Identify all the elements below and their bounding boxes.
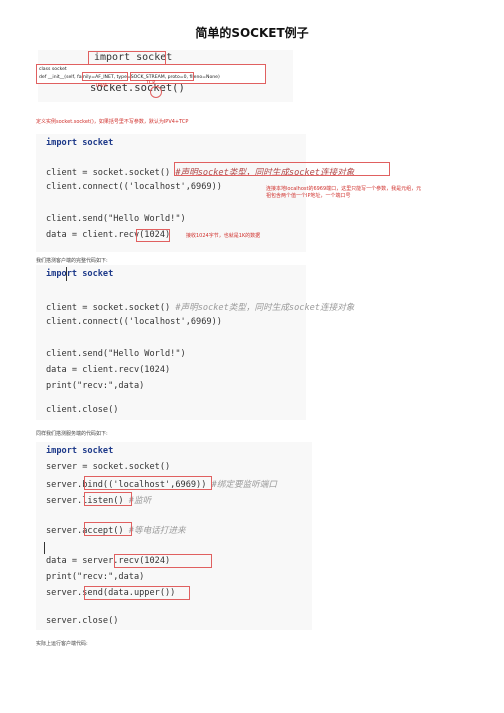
code-line: client.connect(('localhost',6969)): [46, 317, 222, 327]
highlight-accept: [84, 522, 132, 536]
code-text: client = socket.socket(): [46, 168, 171, 178]
code-line: print("recv:",data): [46, 381, 145, 391]
code-line: print("recv:",data): [46, 572, 145, 582]
code-comment: #声明socket类型，同时生成socket连接对象: [175, 303, 355, 313]
highlight-comment: [174, 162, 390, 176]
highlight-type: [130, 72, 194, 81]
caption-server: 同样我们搭测服务端的代码如下:: [36, 431, 108, 437]
highlight-recv: [136, 229, 170, 242]
code-comment: #等电话打进来: [128, 526, 186, 536]
code-block-3: import socket client = socket.socket() #…: [36, 265, 354, 420]
code-line: client.connect(('localhost',6969)): [46, 182, 222, 192]
highlight-listen: [84, 492, 132, 506]
code-text: import socket: [46, 138, 114, 148]
code-line: server.close(): [46, 616, 119, 626]
code-line: client.close(): [46, 405, 119, 415]
highlight-family: [82, 72, 128, 81]
highlight-bind: [84, 476, 212, 490]
code-block-1: import socket socket.socket() class sock…: [36, 50, 293, 102]
code-comment: #绑定要监听端口: [211, 480, 277, 490]
note-connect: 连接本地localhost的6969端口，这里只能写一个参数，我是元组，元祖包含…: [266, 186, 422, 199]
code-line: client.send("Hello World!"): [46, 214, 186, 224]
code-line: client = socket.socket() #声明socket类型，同时生…: [46, 301, 354, 313]
highlight-paren: [150, 86, 162, 98]
highlight-recv: [114, 554, 212, 568]
page-title: 简单的SOCKET例子: [195, 26, 309, 40]
code-block-4: import socket server = socket.socket() s…: [36, 442, 312, 630]
caption-client: 我们搭测客户端的完整代码如下:: [36, 258, 108, 264]
text-cursor: [44, 542, 45, 554]
text-cursor: [66, 267, 67, 281]
code-comment: #监听: [128, 496, 152, 506]
code-line: client.send("Hello World!"): [46, 349, 186, 359]
code-line: import socket: [46, 269, 113, 279]
code-text: import socket: [46, 446, 114, 456]
code-line: data = client.recv(1024): [46, 365, 171, 375]
code-line: import socket: [46, 138, 113, 148]
code-line: server = socket.socket(): [46, 462, 171, 472]
highlight-send: [84, 586, 190, 600]
caption-default-params: 定义实例socket.socket()，如果括号里不写参数，默认为IPV4+TC…: [36, 119, 189, 125]
code-text: client = socket.socket(): [46, 303, 171, 313]
label-ipv4: IPV4: [96, 83, 108, 89]
code-text: import socket: [46, 269, 114, 279]
note-recv: 接收1024字节，也就是1K的数据: [186, 233, 261, 239]
caption-run: 实际上运行客户端代码:: [36, 641, 88, 647]
code-line: import socket: [46, 446, 113, 456]
highlight-box: [88, 51, 166, 65]
